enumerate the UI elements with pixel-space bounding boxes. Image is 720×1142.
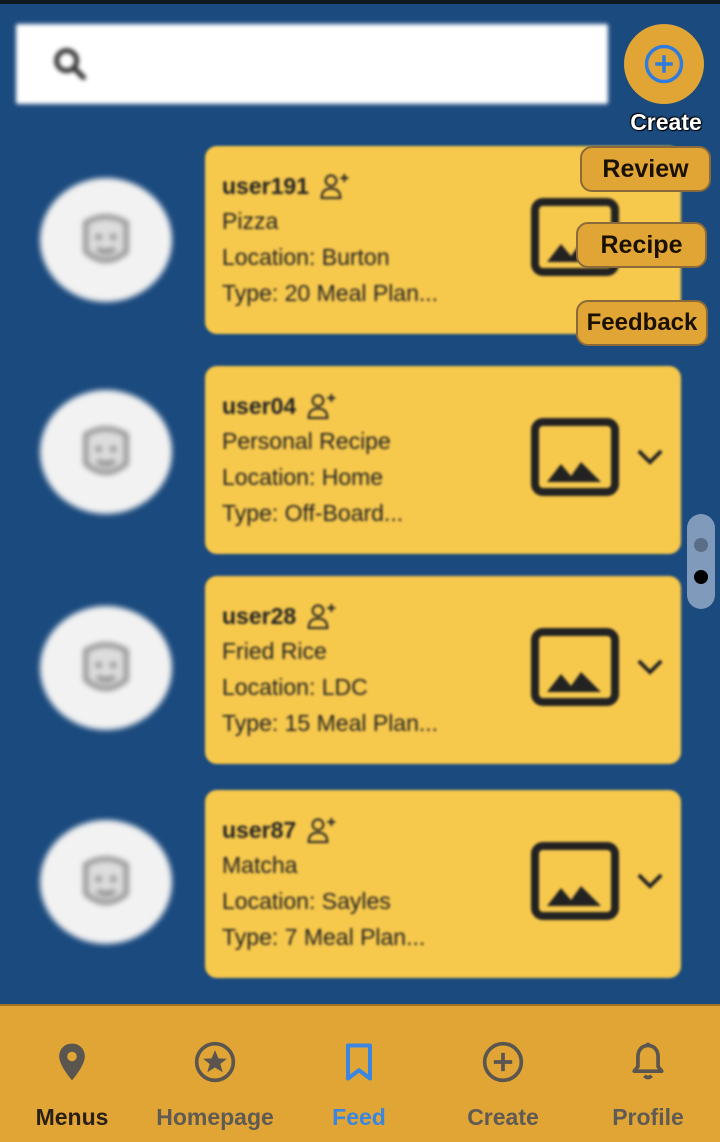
search-icon (54, 48, 87, 81)
avatar[interactable] (40, 606, 172, 730)
create-fab-button[interactable] (624, 24, 704, 104)
dish-name: Pizza (222, 208, 279, 234)
username[interactable]: user04 (222, 393, 296, 420)
nav-create[interactable]: Create (431, 1006, 575, 1142)
face-icon (83, 214, 129, 263)
feed-item[interactable]: user04 Personal Recipe Location: Home Ty… (0, 366, 690, 556)
feed-card[interactable]: user87 Matcha Location: Sayles Type: 7 M… (205, 790, 681, 978)
review-button[interactable]: Review (580, 146, 711, 192)
location-text: Location: LDC (222, 674, 368, 700)
image-placeholder-icon[interactable] (529, 416, 621, 498)
feedback-button[interactable]: Feedback (576, 300, 708, 346)
app-screen: Create Review Recipe Feedback user191 Pi… (0, 0, 720, 1142)
feed-card[interactable]: user28 Fried Rice Location: LDC Type: 15… (205, 576, 681, 764)
chevron-down-icon[interactable] (635, 654, 665, 678)
nav-label: Profile (612, 1104, 684, 1130)
nav-label: Menus (35, 1104, 109, 1130)
bookmark-icon (345, 1043, 373, 1081)
map-pin-icon (59, 1043, 85, 1081)
add-friend-icon[interactable] (306, 814, 338, 846)
plus-circle-icon (644, 44, 684, 84)
face-icon (83, 426, 129, 475)
search-input[interactable] (106, 24, 596, 104)
type-text: Type: Off-Board... (222, 500, 404, 526)
feed-item[interactable]: user28 Fried Rice Location: LDC Type: 15… (0, 576, 690, 766)
create-fab-label: Create (630, 109, 702, 135)
face-icon (83, 856, 129, 905)
username[interactable]: user191 (222, 173, 309, 200)
dish-name: Personal Recipe (222, 428, 391, 454)
avatar[interactable] (40, 820, 172, 944)
add-friend-icon[interactable] (319, 170, 351, 202)
bell-icon (632, 1042, 664, 1080)
image-placeholder-icon[interactable] (529, 840, 621, 922)
nav-menus[interactable]: Menus (0, 1006, 144, 1142)
image-placeholder-icon[interactable] (529, 626, 621, 708)
dish-name: Matcha (222, 852, 298, 878)
nav-label: Create (467, 1104, 539, 1130)
username[interactable]: user28 (222, 603, 296, 630)
location-text: Location: Sayles (222, 888, 391, 914)
add-friend-icon[interactable] (306, 600, 338, 632)
chevron-down-icon[interactable] (635, 444, 665, 468)
location-text: Location: Burton (222, 244, 390, 270)
chevron-down-icon[interactable] (635, 868, 665, 892)
face-icon (83, 642, 129, 691)
type-text: Type: 7 Meal Plan... (222, 924, 426, 950)
nav-homepage[interactable]: Homepage (143, 1006, 287, 1142)
nav-feed[interactable]: Feed (287, 1006, 431, 1142)
avatar[interactable] (40, 390, 172, 514)
nav-profile[interactable]: Profile (576, 1006, 720, 1142)
add-friend-icon[interactable] (306, 390, 338, 422)
scroll-indicator[interactable] (687, 514, 715, 609)
nav-label: Feed (332, 1104, 386, 1130)
type-text: Type: 15 Meal Plan... (222, 710, 439, 736)
username[interactable]: user87 (222, 817, 296, 844)
avatar[interactable] (40, 178, 172, 302)
bottom-nav: Menus Homepage Feed Create Profile (0, 1004, 720, 1142)
type-text: Type: 20 Meal Plan... (222, 280, 439, 306)
location-text: Location: Home (222, 464, 384, 490)
page-dot-active[interactable] (694, 570, 708, 584)
search-bar[interactable] (16, 24, 608, 104)
nav-label: Homepage (156, 1104, 274, 1130)
page-dot[interactable] (694, 538, 708, 552)
feed-item[interactable]: user87 Matcha Location: Sayles Type: 7 M… (0, 790, 690, 980)
star-circle-icon (194, 1041, 236, 1083)
dish-name: Fried Rice (222, 638, 327, 664)
feed-card[interactable]: user04 Personal Recipe Location: Home Ty… (205, 366, 681, 554)
plus-circle-icon (482, 1041, 524, 1083)
recipe-button[interactable]: Recipe (576, 222, 707, 268)
